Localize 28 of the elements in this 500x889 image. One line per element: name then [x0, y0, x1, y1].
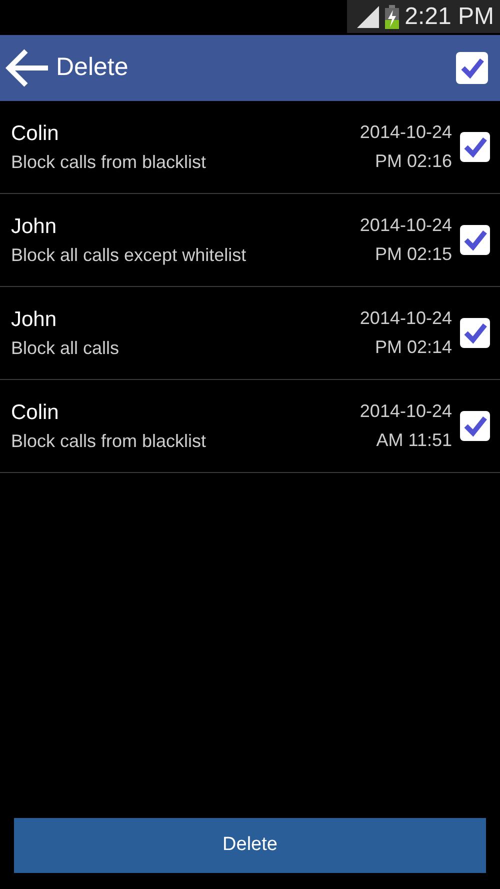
item-checkbox[interactable] — [460, 225, 490, 255]
entry-date: 2014-10-24 — [360, 400, 452, 422]
entry-date: 2014-10-24 — [360, 122, 452, 144]
item-checkbox[interactable] — [460, 318, 490, 348]
delete-button[interactable]: Delete — [14, 818, 486, 873]
entry-date: 2014-10-24 — [360, 308, 452, 330]
entry-time: PM 02:15 — [374, 244, 452, 266]
back-arrow-icon — [4, 48, 50, 88]
block-rule: Block calls from blacklist — [11, 152, 208, 174]
item-checkbox[interactable] — [460, 132, 490, 162]
signal-icon — [356, 6, 379, 28]
entry-time: AM 11:51 — [375, 430, 452, 452]
entry-time: PM 02:14 — [374, 336, 452, 358]
clock-time: 2:21 PM — [404, 2, 494, 32]
entry-date: 2014-10-24 — [360, 214, 452, 236]
block-rule: Block all calls except whitelist — [11, 244, 248, 266]
battery-charging-icon — [384, 4, 399, 28]
item-checkbox[interactable] — [460, 411, 490, 441]
contact-name: John — [11, 306, 58, 332]
block-rule: Block calls from blacklist — [11, 430, 208, 452]
contact-name: Colin — [11, 120, 60, 146]
back-button[interactable] — [4, 48, 50, 88]
select-all-checkbox[interactable] — [456, 52, 488, 84]
contact-name: Colin — [11, 400, 60, 425]
contact-name: John — [11, 214, 58, 239]
entry-time: PM 02:16 — [374, 150, 452, 172]
block-rule: Block all calls — [11, 338, 120, 360]
screen-title: Delete — [56, 52, 128, 84]
